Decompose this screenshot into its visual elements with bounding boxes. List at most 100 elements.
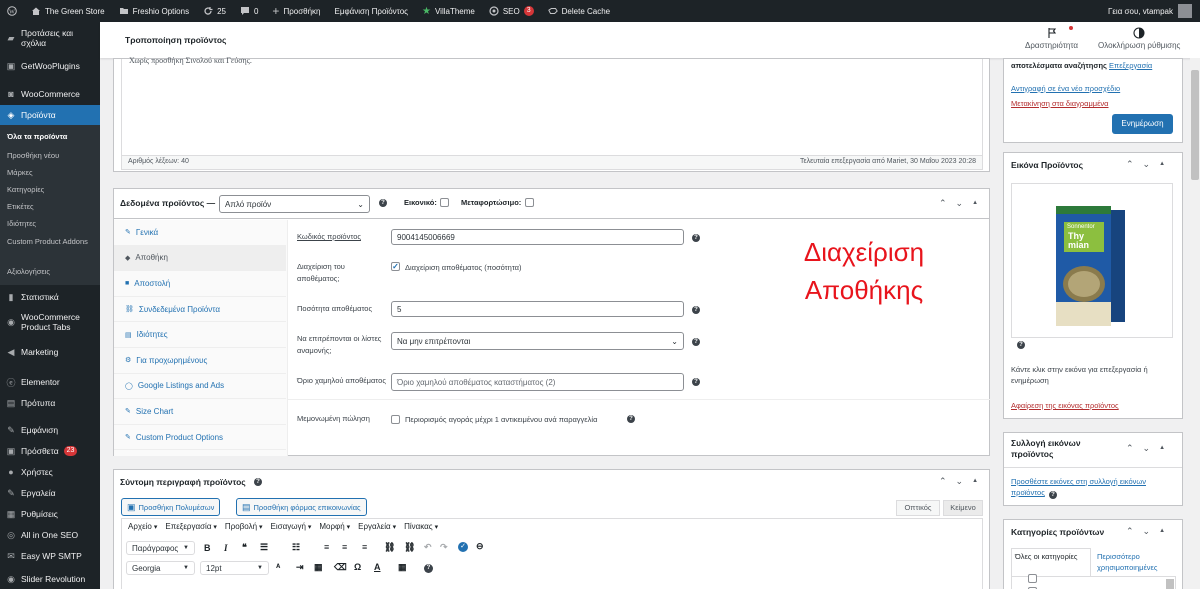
check-icon[interactable]: ✓: [458, 542, 468, 552]
sku-input[interactable]: 9004145006669: [391, 229, 684, 245]
help-icon[interactable]: ?: [254, 478, 262, 486]
sku-label[interactable]: Κωδικός προϊόντος: [297, 231, 361, 243]
virtual-checkbox[interactable]: [440, 198, 449, 207]
submenu-item[interactable]: Ιδιότητες: [0, 219, 100, 229]
villatheme-link[interactable]: ★ VillaTheme: [415, 0, 482, 22]
table-icon[interactable]: ▦: [398, 562, 407, 573]
low-stock-input[interactable]: Όριο χαμηλού αποθέματος καταστήματος (2): [391, 373, 684, 391]
help-icon[interactable]: ?: [379, 199, 387, 207]
move-to-trash-link[interactable]: Μετακίνηση στα διαγραμμένα: [1011, 99, 1109, 108]
text-color-icon[interactable]: A: [374, 562, 381, 572]
help-icon[interactable]: ?: [627, 415, 635, 423]
bold-icon[interactable]: B: [204, 543, 211, 553]
triangle-up-icon[interactable]: ▲: [1159, 161, 1165, 170]
triangle-up-icon[interactable]: ▲: [972, 478, 978, 487]
chevron-up-icon[interactable]: ⌃: [939, 476, 947, 487]
sidebar-item[interactable]: ✉ Easy WP SMTP: [0, 546, 100, 566]
sidebar-item[interactable]: ▣ Πρόσθετα 23: [0, 441, 100, 461]
downloadable-checkbox[interactable]: [525, 198, 534, 207]
freshio-options-link[interactable]: Freshio Options: [112, 0, 196, 22]
scrollbar-thumb[interactable]: [1191, 70, 1199, 180]
chevron-up-icon[interactable]: ⌃: [939, 198, 947, 209]
format-select[interactable]: Παράγραφος ▼: [126, 541, 195, 555]
editor-content-area[interactable]: Χωρίς προσθήκη Σινολού και Γεύσης.: [121, 56, 983, 156]
redo-icon[interactable]: ↷: [440, 542, 448, 553]
chevron-up-icon[interactable]: ⌃: [1126, 526, 1134, 537]
sidebar-item[interactable]: ◉ Slider Revolution: [0, 569, 100, 589]
edit-visibility-link[interactable]: Επεξεργασία: [1109, 61, 1152, 70]
copy-draft-link[interactable]: Αντιγραφή σε ένα νέο προσχέδιο: [1011, 84, 1120, 93]
product-type-select[interactable]: Απλό προϊόν ⌄: [219, 195, 370, 213]
italic-icon[interactable]: I: [224, 543, 228, 553]
sidebar-item[interactable]: ● Χρήστες: [0, 462, 100, 482]
editor-menu-item[interactable]: Πίνακας ▾: [404, 522, 438, 531]
tab-most-used[interactable]: Περισσότερο χρησιμοποιημένες: [1097, 551, 1177, 573]
product-data-tab[interactable]: ■ Αποστολή: [114, 271, 286, 297]
help-icon[interactable]: ?: [692, 234, 700, 242]
product-data-tab[interactable]: ◯ Google Listings and Ads: [114, 374, 286, 400]
product-data-tab[interactable]: ✎ Γενικά: [114, 220, 286, 246]
editor-menu-item[interactable]: Προβολή ▾: [225, 522, 263, 531]
product-data-tab[interactable]: ✎ Custom Product Options: [114, 425, 286, 451]
undo-icon[interactable]: ↶: [424, 542, 432, 553]
help-icon[interactable]: ?: [692, 378, 700, 386]
sidebar-item[interactable]: ▮ Στατιστικά: [0, 287, 100, 307]
sidebar-item[interactable]: ◈ Προϊόντα: [0, 105, 100, 125]
product-data-tab[interactable]: ✎ Size Chart: [114, 399, 286, 425]
editor-menu-item[interactable]: Εργαλεία ▾: [358, 522, 396, 531]
sidebar-item[interactable]: ▣ GetWooPlugins: [0, 56, 100, 76]
help-icon[interactable]: ?: [1017, 341, 1025, 349]
link-icon[interactable]: ⛓: [384, 542, 395, 553]
sidebar-item[interactable]: ◉ WooCommerce Product Tabs: [0, 306, 100, 338]
editor-menu-item[interactable]: Μορφή ▾: [319, 522, 350, 531]
submenu-item[interactable]: Κατηγορίες: [0, 185, 100, 195]
comments-link[interactable]: 0: [233, 0, 265, 22]
numbered-list-icon[interactable]: ☷: [292, 542, 300, 553]
editor-menu-item[interactable]: Εισαγωγή ▾: [271, 522, 312, 531]
submenu-item[interactable]: Custom Product Addons: [0, 237, 100, 247]
chevron-down-icon[interactable]: ⌄: [1143, 443, 1151, 454]
manage-stock-checkbox[interactable]: ✓: [391, 262, 400, 271]
chevron-up-icon[interactable]: ⌃: [1126, 159, 1134, 170]
chevron-down-icon[interactable]: ⌄: [956, 198, 964, 209]
sidebar-item[interactable]: ▤ Πρότυπα: [0, 393, 100, 413]
tab-visual[interactable]: Οπτικός: [896, 500, 940, 516]
backorders-select[interactable]: Να μην επιτρέπονται ⌄: [391, 332, 684, 350]
align-center-icon[interactable]: ≡: [342, 542, 347, 552]
checklist-scrollbar[interactable]: [1166, 579, 1174, 589]
add-media-button[interactable]: ▣ Προσθήκη Πολυμέσων: [121, 498, 221, 516]
user-account-menu[interactable]: Γεια σου, vtampak: [1108, 0, 1192, 22]
unlink-icon[interactable]: ⛓: [404, 542, 415, 553]
submenu-item[interactable]: Μάρκες: [0, 168, 100, 178]
paste-icon[interactable]: ▦: [314, 562, 323, 573]
submenu-item[interactable]: Όλα τα προϊόντα: [0, 132, 100, 142]
submenu-item[interactable]: Προσθήκη νέου: [0, 151, 100, 161]
tab-all-categories[interactable]: Όλες οι κατηγορίες: [1011, 548, 1091, 576]
seo-link[interactable]: SEO 3: [482, 0, 541, 22]
align-left-icon[interactable]: ≡: [324, 542, 329, 552]
wp-logo-icon[interactable]: W: [0, 0, 24, 22]
submenu-item[interactable]: Αξιολογήσεις: [0, 267, 100, 277]
category-checklist[interactable]: [1011, 574, 1176, 589]
product-data-tab[interactable]: ▤ Ιδιότητες: [114, 322, 286, 348]
product-image[interactable]: Sonnentor Thy mian: [1011, 183, 1173, 338]
size-select[interactable]: 12pt ▼: [200, 561, 269, 575]
sidebar-item[interactable]: ✎ Εμφάνιση: [0, 420, 100, 440]
new-content-link[interactable]: + Προσθήκη: [265, 0, 327, 22]
delete-cache-link[interactable]: Delete Cache: [541, 0, 617, 22]
submenu-item[interactable]: Ετικέτες: [0, 202, 100, 212]
blockquote-icon[interactable]: ❝: [242, 542, 247, 553]
sidebar-item[interactable]: ⓔ Elementor: [0, 372, 100, 392]
toolbar-toggle-icon[interactable]: ⊖: [476, 541, 484, 552]
sidebar-item[interactable]: ▦ Ρυθμίσεις: [0, 504, 100, 524]
eraser-icon[interactable]: ⌫: [334, 562, 347, 573]
chevron-down-icon[interactable]: ⌄: [1143, 526, 1151, 537]
special-char-icon[interactable]: Ω: [354, 562, 361, 572]
sidebar-item[interactable]: ▰ Προτάσεις και σχόλια: [0, 24, 100, 52]
view-product-link[interactable]: Εμφάνιση Προϊόντος: [328, 0, 416, 22]
triangle-up-icon[interactable]: ▲: [1159, 528, 1165, 537]
sidebar-item[interactable]: ◙ WooCommerce: [0, 84, 100, 104]
chevron-down-icon[interactable]: ⌄: [1143, 159, 1151, 170]
remove-image-link[interactable]: Αφαίρεση της εικόνας προϊόντος: [1011, 401, 1119, 410]
help-icon[interactable]: ?: [692, 338, 700, 346]
